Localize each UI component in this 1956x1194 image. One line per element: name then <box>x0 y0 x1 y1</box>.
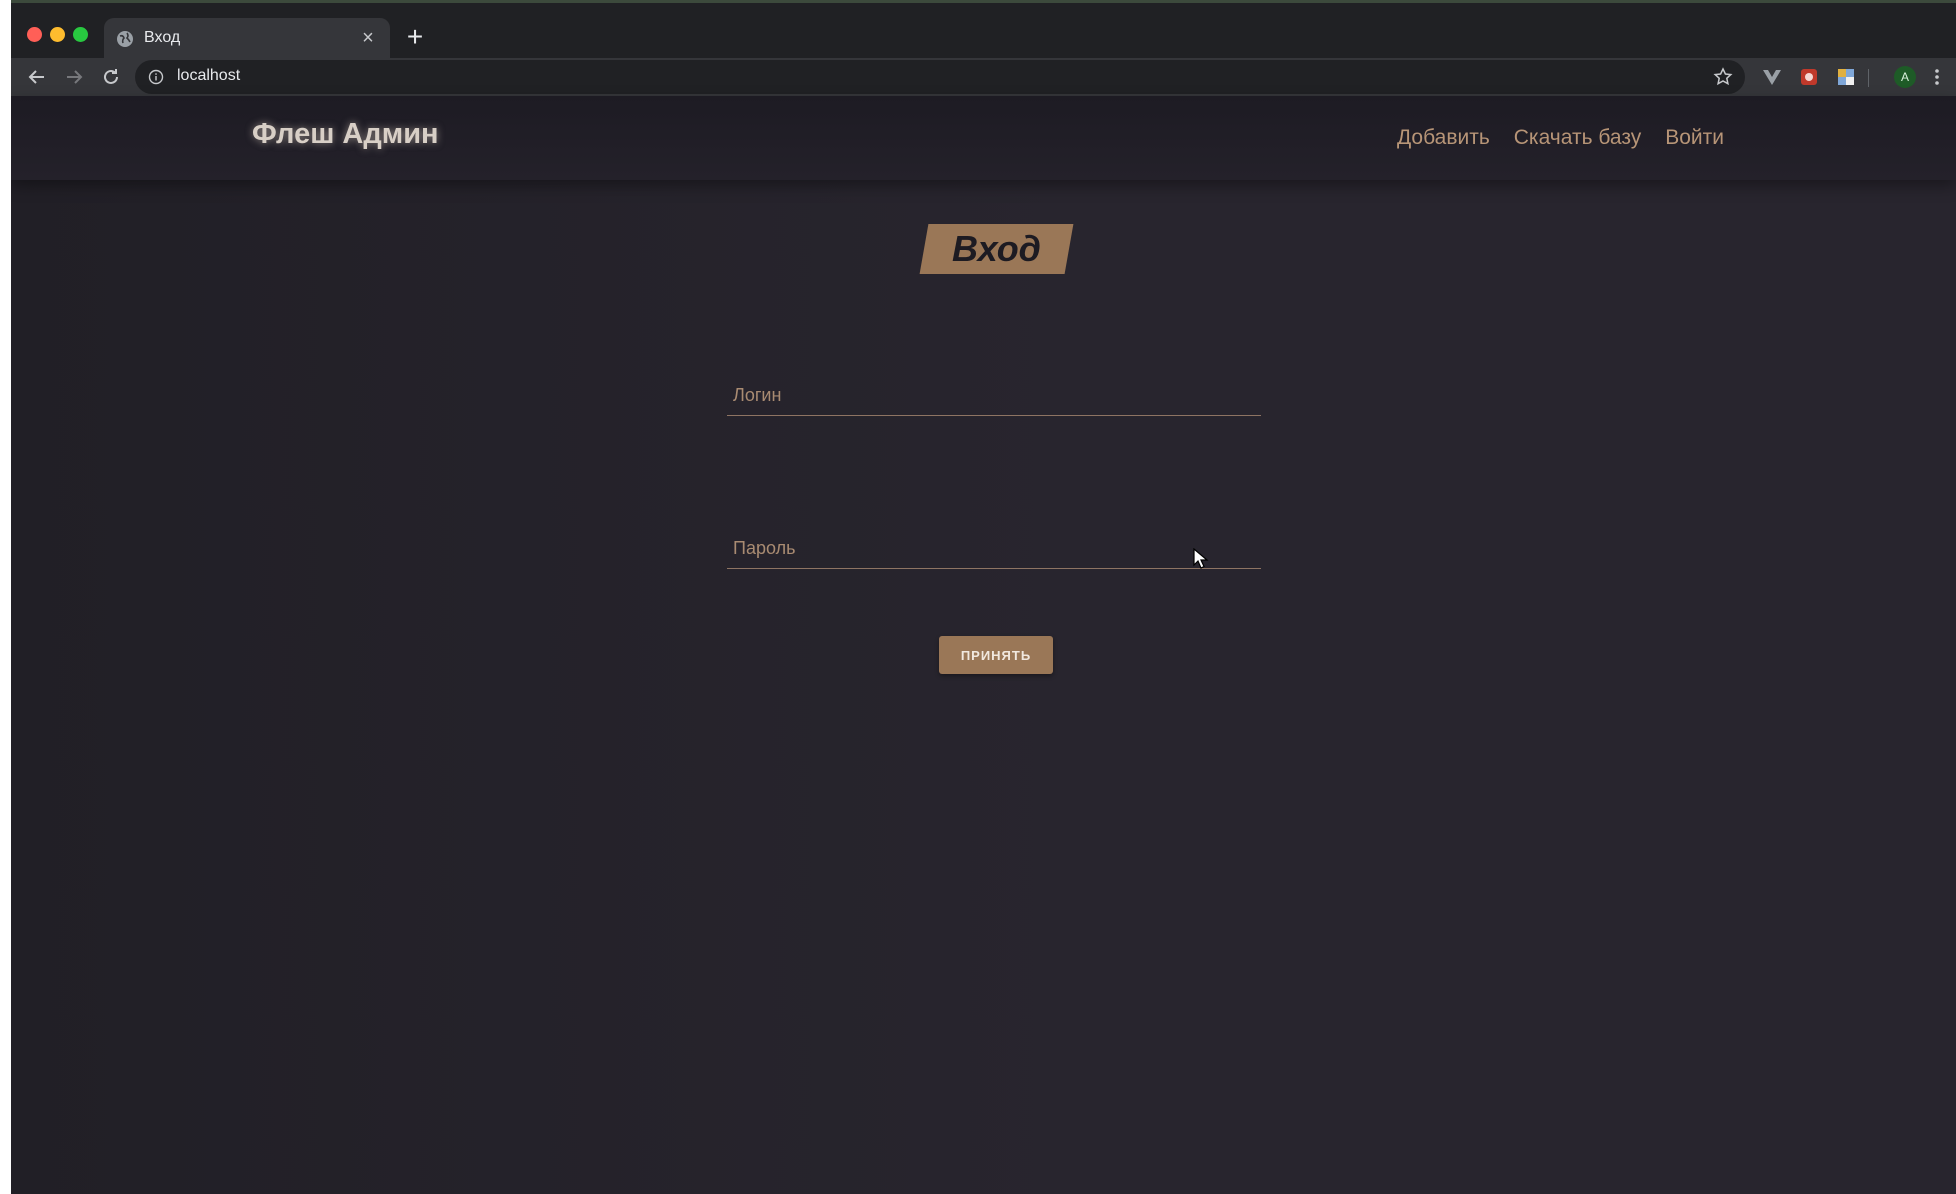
tab-close-icon[interactable]: × <box>356 26 380 50</box>
nav-link-download-db[interactable]: Скачать базу <box>1514 126 1641 150</box>
browser-tab[interactable]: Вход × <box>104 18 390 61</box>
nav-link-login[interactable]: Войти <box>1665 126 1724 150</box>
address-bar[interactable]: localhost <box>135 60 1745 94</box>
password-input[interactable] <box>727 529 1261 568</box>
site-brand[interactable]: Флеш Админ <box>252 118 439 151</box>
nav-links: Добавить Скачать базу Войти <box>1397 126 1724 150</box>
browser-toolbar: localhost A <box>11 58 1956 96</box>
address-url: localhost <box>177 67 241 84</box>
new-tab-button[interactable]: + <box>400 23 430 53</box>
toolbar-divider <box>1868 69 1869 87</box>
tab-strip: Вход × + <box>11 0 1956 61</box>
vue-devtools-icon[interactable] <box>1761 66 1783 88</box>
maximize-window-button[interactable] <box>73 27 88 42</box>
page-viewport: Флеш Админ Добавить Скачать базу Войти В… <box>11 96 1956 1194</box>
password-field <box>727 529 1261 569</box>
extension-icon[interactable] <box>1798 66 1820 88</box>
submit-button[interactable]: ПРИНЯТЬ <box>939 636 1053 674</box>
globe-icon <box>117 31 133 47</box>
login-field <box>727 376 1261 416</box>
browser-window: Вход × + localhost A Флеш Админ Добавить… <box>11 0 1956 1194</box>
login-input[interactable] <box>727 376 1261 415</box>
extension-grid-icon[interactable] <box>1835 66 1857 88</box>
star-icon[interactable] <box>1713 67 1733 87</box>
page-title: Вход <box>952 228 1041 269</box>
profile-avatar[interactable]: A <box>1894 66 1916 88</box>
kebab-menu-icon[interactable] <box>1933 66 1941 88</box>
mouse-cursor-icon <box>1193 548 1209 569</box>
tab-title: Вход <box>144 29 181 46</box>
info-icon[interactable] <box>148 69 164 85</box>
close-window-button[interactable] <box>27 27 42 42</box>
reload-icon[interactable] <box>99 65 123 89</box>
forward-icon[interactable] <box>62 65 86 89</box>
nav-link-add[interactable]: Добавить <box>1397 126 1490 150</box>
site-navbar: Флеш Админ Добавить Скачать базу Войти <box>11 96 1956 180</box>
back-icon[interactable] <box>25 65 49 89</box>
minimize-window-button[interactable] <box>50 27 65 42</box>
